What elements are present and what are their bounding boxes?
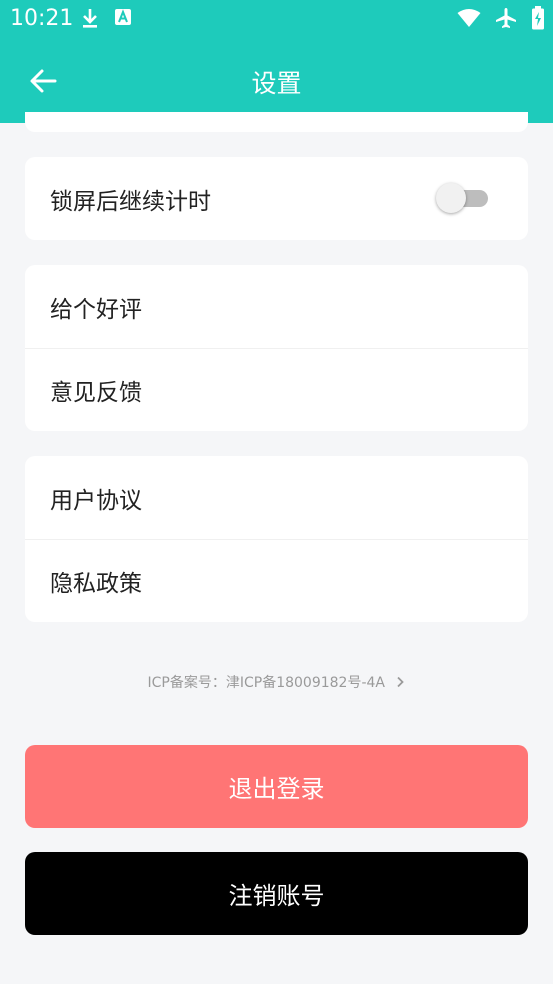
- page-title: 设置: [251, 69, 302, 98]
- rate-app-label: 给个好评: [50, 296, 142, 323]
- icp-link[interactable]: ICP备案号：津ICP备18009182号-4A: [0, 672, 553, 692]
- status-bar: 10:21: [0, 0, 553, 38]
- lock-screen-card: 锁屏后继续计时: [25, 157, 528, 240]
- legal-card: 用户协议 隐私政策: [25, 456, 528, 622]
- lock-screen-toggle[interactable]: [436, 183, 488, 213]
- user-agreement-label: 用户协议: [50, 487, 142, 514]
- user-agreement-row[interactable]: 用户协议: [25, 456, 528, 539]
- scrolled-card-edge: [25, 112, 528, 132]
- privacy-policy-label: 隐私政策: [50, 571, 142, 597]
- feedback-card: 给个好评 意见反馈: [25, 265, 528, 431]
- chevron-right-icon: [397, 676, 405, 688]
- delete-account-button[interactable]: 注销账号: [25, 852, 528, 935]
- status-left-icons: [80, 7, 132, 29]
- download-icon: [83, 9, 97, 28]
- status-right-icons: [457, 6, 545, 30]
- feedback-row[interactable]: 意见反馈: [25, 348, 528, 431]
- lock-screen-label: 锁屏后继续计时: [50, 188, 211, 215]
- a-badge-icon: [115, 9, 131, 25]
- battery-charging-icon: [532, 6, 544, 30]
- feedback-label: 意见反馈: [50, 380, 142, 406]
- toggle-knob: [436, 183, 466, 213]
- wifi-icon: [457, 9, 481, 27]
- lock-screen-row: 锁屏后继续计时: [25, 157, 528, 240]
- logout-button[interactable]: 退出登录: [25, 745, 528, 828]
- status-time: 10:21: [10, 6, 74, 31]
- privacy-policy-row[interactable]: 隐私政策: [25, 539, 528, 622]
- rate-app-row[interactable]: 给个好评: [25, 265, 528, 348]
- icp-text: ICP备案号：津ICP备18009182号-4A: [147, 675, 386, 691]
- airplane-icon: [496, 8, 516, 28]
- app-bar: 设置: [0, 38, 553, 123]
